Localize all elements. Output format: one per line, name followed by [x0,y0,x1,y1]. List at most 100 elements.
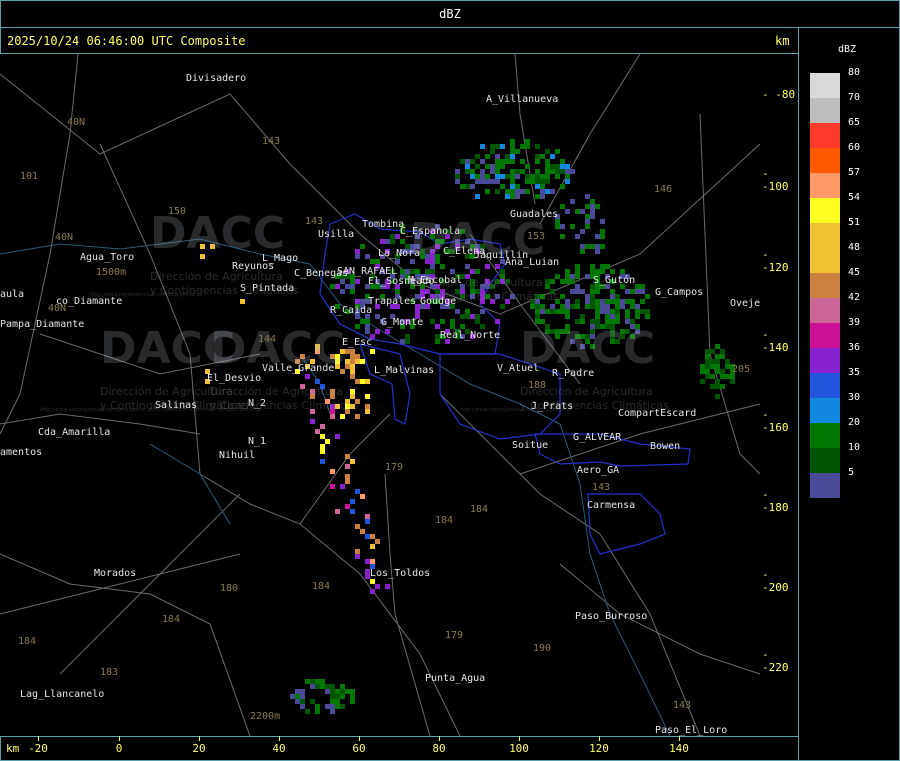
echo-pixel [495,164,500,169]
echo-pixel [540,154,545,159]
road-number-label: 184 [470,504,489,515]
echo-pixel [715,359,720,364]
echo-pixel [615,304,620,309]
echo-pixel [595,269,600,274]
echo-pixel [595,249,600,254]
echo-pixel [625,299,630,304]
echo-pixel [470,269,475,274]
echo-pixel [580,289,585,294]
echo-pixel [610,299,615,304]
echo-pixel [535,304,540,309]
echo-pixel [345,364,350,369]
legend-label: 5 [848,467,855,478]
echo-pixel [545,164,550,169]
place-label: Agua_Toro [80,252,135,263]
place-label: L_Malvinas [374,365,435,376]
echo-pixel [555,169,560,174]
bottom-tick-mark [119,736,120,741]
echo-pixel [345,464,350,469]
echo-pixel [490,144,495,149]
road-number-label: 183 [100,667,119,678]
legend-swatch [810,173,840,198]
place-label: Usilla [318,229,355,240]
echo-pixel [545,284,550,289]
echo-pixel [325,689,330,694]
legend-swatch [810,98,840,123]
road-number-label: 180 [220,583,239,594]
echo-pixel [705,374,710,379]
echo-pixel [320,684,325,689]
echo-pixel [405,269,410,274]
echo-pixel [340,484,345,489]
echo-pixel [365,514,370,519]
place-label: Divisadero [186,73,247,84]
echo-pixel [310,679,315,684]
echo-pixel [510,139,515,144]
echo-pixel [625,309,630,314]
echo-pixel [545,279,550,284]
echo-pixel [565,174,570,179]
echo-pixel [540,309,545,314]
echo-pixel [495,179,500,184]
echo-pixel [515,194,520,199]
echo-pixel [615,294,620,299]
place-label: M_Escobal [408,275,463,286]
echo-pixel [470,184,475,189]
echo-pixel [535,309,540,314]
echo-pixel [610,269,615,274]
echo-pixel [460,159,465,164]
right-tick-label: - -220 [762,648,789,674]
echo-pixel [300,694,305,699]
legend-swatch [810,298,840,323]
echo-pixel [310,684,315,689]
echo-pixel [415,309,420,314]
echo-pixel [455,174,460,179]
echo-pixel [350,389,355,394]
echo-pixel [360,494,365,499]
echo-pixel [330,414,335,419]
echo-pixel [575,269,580,274]
echo-pixel [470,314,475,319]
echo-pixel [350,694,355,699]
echo-pixel [480,159,485,164]
echo-pixel [355,324,360,329]
place-label: N_2 [248,398,267,409]
axis-unit-label: km [775,34,790,48]
echo-pixel [465,164,470,169]
echo-pixel [440,319,445,324]
echo-pixel [355,359,360,364]
place-label: Bowen [650,441,681,452]
echo-pixel [330,704,335,709]
right-axis: - -80 - -100 - -120 - -140 - -160 - -180 - -20… [762,54,799,736]
road-number-label: 179 [445,630,464,641]
echo-pixel [715,369,720,374]
echo-pixel [350,499,355,504]
echo-pixel [350,699,355,704]
place-label: Morados [94,568,137,579]
echo-pixel [585,214,590,219]
echo-pixel [350,459,355,464]
echo-pixel [500,144,505,149]
echo-pixel [535,174,540,179]
echo-pixel [590,299,595,304]
echo-pixel [375,584,380,589]
echo-pixel [450,269,455,274]
echo-pixel [645,294,650,299]
echo-pixel [470,169,475,174]
echo-pixel [295,694,300,699]
echo-pixel [535,314,540,319]
echo-pixel [480,324,485,329]
echo-pixel [555,149,560,154]
echo-pixel [350,279,355,284]
place-label: G_Monte [381,317,424,328]
echo-pixel [575,299,580,304]
echo-pixel [725,364,730,369]
watermark-url: http://www.contingencias.mendoza.gov.ar [40,407,146,413]
echo-pixel [335,694,340,699]
echo-pixel [335,689,340,694]
echo-pixel [525,144,530,149]
echo-pixel [355,414,360,419]
echo-pixel [565,209,570,214]
echo-pixel [600,269,605,274]
echo-pixel [495,174,500,179]
